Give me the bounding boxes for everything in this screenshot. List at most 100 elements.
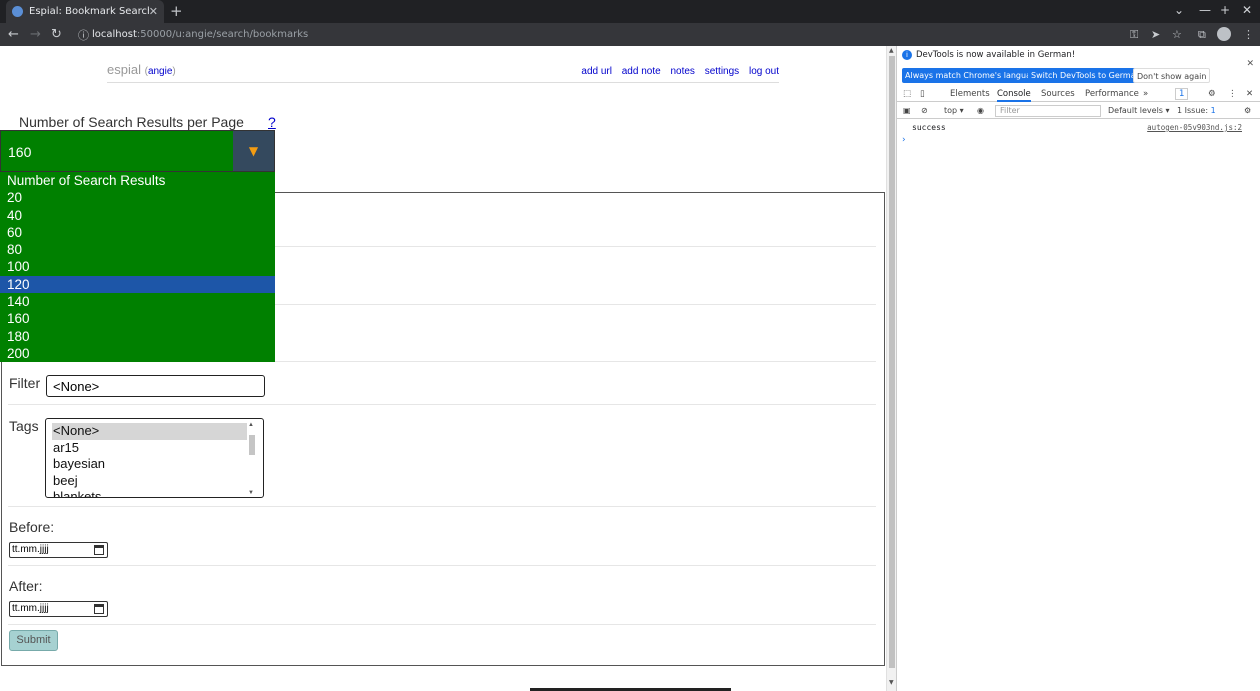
dropdown-option[interactable]: Number of Search Results bbox=[0, 172, 275, 189]
console-filter-input[interactable]: Filter bbox=[995, 105, 1101, 117]
top-nav: espial (angie) add url add note notes se… bbox=[107, 62, 779, 83]
dropdown-option[interactable]: 20 bbox=[0, 189, 275, 206]
dropdown-option[interactable]: 140 bbox=[0, 293, 275, 310]
divider bbox=[8, 404, 876, 405]
tab-title: Espial: Bookmark Search bbox=[29, 6, 149, 17]
device-toggle-icon[interactable]: ▯ bbox=[920, 89, 925, 99]
context-select[interactable]: top ▾ bbox=[944, 106, 964, 115]
match-language-button[interactable]: Always match Chrome's language bbox=[902, 68, 1044, 83]
settings-gear-icon[interactable]: ⚙ bbox=[1208, 89, 1216, 99]
back-icon[interactable]: ← bbox=[8, 27, 19, 42]
profile-avatar[interactable] bbox=[1217, 27, 1231, 41]
tag-option[interactable]: beej bbox=[46, 473, 263, 490]
tab-search-icon[interactable]: ⌄ bbox=[1174, 3, 1184, 17]
before-label: Before: bbox=[9, 519, 55, 535]
dropdown-option[interactable]: 60 bbox=[0, 224, 275, 241]
issues-button[interactable]: 1 Issue: 1 bbox=[1177, 106, 1216, 115]
levels-value: Default levels bbox=[1108, 106, 1163, 115]
help-link[interactable]: ? bbox=[268, 114, 276, 130]
filter-input[interactable]: <None> bbox=[46, 375, 265, 397]
after-date-input[interactable]: tt.mm.jjjj bbox=[9, 601, 108, 617]
close-tab-icon[interactable]: ✕ bbox=[149, 5, 158, 18]
tab-sources[interactable]: Sources bbox=[1041, 89, 1075, 99]
page-scrollbar[interactable]: ▲ ▼ bbox=[886, 46, 896, 691]
clear-console-icon[interactable]: ⊘ bbox=[921, 106, 928, 115]
tags-listbox[interactable]: <None> ar15 bayesian beej blankets ▲ ▼ bbox=[45, 418, 264, 498]
scroll-thumb[interactable] bbox=[889, 56, 895, 668]
results-per-page-select[interactable]: 160 ▼ bbox=[0, 130, 275, 172]
tags-label: Tags bbox=[9, 418, 39, 434]
console-prompt[interactable]: › bbox=[902, 135, 906, 145]
site-info-icon[interactable]: ⓘ bbox=[78, 27, 89, 43]
tags-scrollbar[interactable]: ▲ ▼ bbox=[248, 422, 258, 496]
divider bbox=[8, 565, 876, 566]
issues-count: 1 bbox=[1210, 106, 1216, 115]
extensions-icon[interactable]: ⧉ bbox=[1198, 28, 1206, 42]
inspect-icon[interactable]: ⬚ bbox=[903, 89, 911, 99]
minimize-icon[interactable]: — bbox=[1199, 3, 1211, 17]
bookmark-star-icon[interactable]: ☆ bbox=[1172, 28, 1182, 41]
add-note-link[interactable]: add note bbox=[622, 66, 661, 77]
user-link[interactable]: angie bbox=[148, 66, 172, 77]
issues-text: 1 Issue: bbox=[1177, 106, 1209, 115]
nav-links: add url add note notes settings log out bbox=[574, 66, 779, 77]
url-field[interactable]: localhost:50000/u:angie/search/bookmarks bbox=[92, 26, 1152, 43]
logout-link[interactable]: log out bbox=[749, 66, 779, 77]
scroll-up-icon[interactable]: ▲ bbox=[889, 47, 894, 54]
dropdown-option[interactable]: 200 bbox=[0, 345, 275, 362]
filter-label: Filter bbox=[9, 375, 41, 391]
reload-icon[interactable]: ↻ bbox=[51, 27, 62, 42]
tag-option[interactable]: bayesian bbox=[46, 456, 263, 473]
dropdown-option[interactable]: 100 bbox=[0, 258, 275, 275]
devtools-tabs: ⬚ ▯ Elements Console Sources Performance… bbox=[897, 86, 1260, 102]
messages-badge[interactable]: 1 bbox=[1175, 88, 1189, 100]
dropdown-option[interactable]: 160 bbox=[0, 310, 275, 327]
tag-option[interactable]: <None> bbox=[52, 423, 247, 440]
add-url-link[interactable]: add url bbox=[581, 66, 612, 77]
dropdown-arrow-icon[interactable]: ▼ bbox=[233, 131, 274, 171]
before-date-input[interactable]: tt.mm.jjjj bbox=[9, 542, 108, 558]
dropdown-option[interactable]: 80 bbox=[0, 241, 275, 258]
devtools-menu-icon[interactable]: ⋮ bbox=[1228, 89, 1237, 99]
forward-icon[interactable]: → bbox=[30, 27, 41, 42]
dropdown-option-highlighted[interactable]: 120 bbox=[0, 275, 275, 294]
date-placeholder: tt.mm.jjjj bbox=[12, 603, 49, 614]
more-tabs-icon[interactable]: » bbox=[1143, 89, 1148, 99]
new-tab-button[interactable]: + bbox=[170, 2, 183, 20]
live-expression-icon[interactable]: ◉ bbox=[977, 106, 984, 115]
scroll-thumb[interactable] bbox=[249, 435, 255, 455]
maximize-icon[interactable]: + bbox=[1220, 3, 1230, 17]
dont-show-button[interactable]: Don't show again bbox=[1133, 68, 1211, 83]
browser-tab[interactable]: Espial: Bookmark Search ✕ bbox=[6, 0, 164, 23]
scroll-down-icon[interactable]: ▼ bbox=[248, 490, 254, 496]
scroll-down-icon[interactable]: ▼ bbox=[889, 679, 894, 686]
tab-elements[interactable]: Elements bbox=[950, 89, 990, 99]
scroll-up-icon[interactable]: ▲ bbox=[248, 422, 254, 428]
favicon-icon bbox=[12, 6, 23, 17]
tab-performance[interactable]: Performance bbox=[1085, 89, 1139, 99]
settings-link[interactable]: settings bbox=[705, 66, 739, 77]
calendar-icon[interactable] bbox=[94, 545, 104, 555]
submit-button[interactable]: Submit bbox=[9, 630, 58, 651]
tab-console[interactable]: Console bbox=[997, 89, 1031, 102]
address-bar-row: ← → ↻ ⓘ localhost:50000/u:angie/search/b… bbox=[0, 23, 1260, 46]
sidebar-toggle-icon[interactable]: ▣ bbox=[903, 106, 911, 115]
close-window-icon[interactable]: ✕ bbox=[1242, 3, 1252, 17]
close-notice-icon[interactable]: ✕ bbox=[1246, 59, 1254, 69]
after-label: After: bbox=[9, 578, 43, 594]
menu-icon[interactable]: ⋮ bbox=[1243, 28, 1254, 41]
console-log-source-link[interactable]: autogen-05v903nd.js:2 bbox=[1147, 123, 1242, 132]
tag-option[interactable]: ar15 bbox=[46, 440, 263, 457]
close-devtools-icon[interactable]: ✕ bbox=[1246, 89, 1253, 99]
tag-option[interactable]: blankets bbox=[46, 489, 263, 497]
dropdown-option[interactable]: 40 bbox=[0, 207, 275, 224]
send-icon[interactable]: ➤ bbox=[1151, 28, 1160, 41]
console-settings-icon[interactable]: ⚙ bbox=[1244, 106, 1251, 115]
calendar-icon[interactable] bbox=[94, 604, 104, 614]
dropdown-option[interactable]: 180 bbox=[0, 328, 275, 345]
log-levels-select[interactable]: Default levels ▾ bbox=[1108, 106, 1170, 115]
switch-german-button[interactable]: Switch DevTools to German bbox=[1028, 68, 1144, 83]
context-value: top bbox=[944, 106, 958, 115]
key-icon[interactable]: ⚿ bbox=[1130, 28, 1138, 42]
notes-link[interactable]: notes bbox=[670, 66, 694, 77]
